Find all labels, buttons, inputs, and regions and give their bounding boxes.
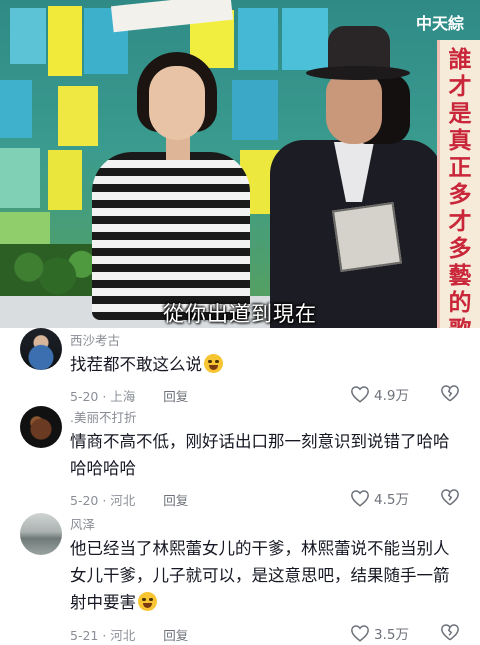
comment-text: 情商不高不低，刚好话出口那一刻意识到说错了哈哈 哈哈哈哈 [70, 428, 466, 482]
broken-heart-icon [441, 489, 459, 506]
like-count: 3.5万 [374, 627, 409, 643]
dislike-button[interactable] [440, 623, 462, 645]
comment-username[interactable]: 西沙考古 [70, 330, 120, 349]
comment-location: 河北 [110, 493, 136, 508]
comment-text-line: 情商不高不低，刚好话出口那一刻意识到说错了哈哈 [70, 432, 450, 451]
broken-heart-icon [441, 385, 459, 402]
studio-plant [0, 244, 96, 302]
meta-separator: · [98, 389, 111, 404]
comment-text-content: 找茬都不敢这么说 [70, 355, 202, 374]
comment-item: .美丽不打折 情商不高不低，刚好话出口那一刻意识到说错了哈哈 哈哈哈哈 5-20… [0, 404, 480, 514]
comment-date: 5-21 [70, 628, 99, 643]
reply-button[interactable]: 回复 [163, 628, 188, 643]
like-button[interactable]: 4.9万 [350, 384, 409, 404]
backdrop-tile [48, 6, 82, 76]
comment-date: 5-20 [70, 389, 99, 404]
backdrop-tile [238, 8, 278, 70]
backdrop-tile [0, 80, 32, 138]
comment-text-line: 哈哈哈哈 [70, 459, 136, 478]
comment-text: 找茬都不敢这么说 [70, 351, 466, 378]
comment-date: 5-20 [70, 493, 99, 508]
comment-username[interactable]: 风泽 [70, 514, 95, 533]
meta-separator: · [98, 628, 111, 643]
comment-username[interactable]: .美丽不打折 [70, 407, 136, 426]
backdrop-tile [10, 8, 46, 64]
comment-location: 河北 [110, 628, 136, 643]
channel-logo: 中天綜 [415, 14, 464, 33]
avatar[interactable] [20, 328, 62, 370]
backdrop-tile [232, 80, 278, 140]
like-button[interactable]: 3.5万 [350, 623, 409, 643]
heart-outline-icon [351, 386, 369, 403]
comment-text-line-wrap: 射中要害 [70, 589, 466, 616]
backdrop-tile [48, 150, 82, 210]
host-man-album [331, 201, 403, 273]
comment-text-line: 他已经当了林熙蕾女儿的干爹，林熙蕾说不能当别人 [70, 539, 450, 558]
comment-text: 他已经当了林熙蕾女儿的干爹，林熙蕾说不能当别人 女儿干爹，儿子就可以，是这意思吧… [70, 535, 466, 616]
video-frame[interactable]: 中天綜 誰才是真正多才多藝的歌手?! 從你出道到現在 [0, 0, 480, 328]
like-count: 4.5万 [374, 492, 409, 508]
reply-button[interactable]: 回复 [163, 493, 188, 508]
comment-item: 西沙考古 找茬都不敢这么说 5-20 · 上海 回复 4.9万 [0, 328, 480, 412]
comment-location: 上海 [110, 389, 136, 404]
dislike-button[interactable] [440, 488, 462, 510]
tears-of-joy-emoji-icon [138, 592, 157, 611]
reply-button[interactable]: 回复 [163, 389, 188, 404]
meta-separator: · [98, 493, 111, 508]
backdrop-tile [0, 148, 40, 208]
host-woman-striped-top [92, 152, 250, 320]
avatar[interactable] [20, 406, 62, 448]
comment-text-line: 女儿干爹，儿子就可以，是这意思吧，结果随手一箭 [70, 566, 450, 585]
backdrop-tile [58, 86, 98, 146]
heart-outline-icon [351, 625, 369, 642]
heart-outline-icon [351, 490, 369, 507]
host-woman-face [149, 66, 205, 140]
backdrop-tile [282, 8, 328, 70]
host-man-face [326, 74, 382, 144]
comment-meta: 5-20 · 河北 回复 [70, 490, 188, 509]
video-subtitle: 從你出道到現在 [163, 302, 317, 326]
comment-meta: 5-20 · 上海 回复 [70, 386, 188, 405]
dislike-button[interactable] [440, 384, 462, 406]
avatar[interactable] [20, 513, 62, 555]
like-button[interactable]: 4.5万 [350, 488, 409, 508]
broken-heart-icon [441, 624, 459, 641]
show-title-text: 誰才是真正多才多藝的歌手?! [448, 46, 472, 328]
comment-item: 风泽 他已经当了林熙蕾女儿的干爹，林熙蕾说不能当别人 女儿干爹，儿子就可以，是这… [0, 511, 480, 643]
comment-meta: 5-21 · 河北 回复 [70, 625, 188, 644]
grinning-sweat-emoji-icon [204, 354, 223, 373]
comment-text-line: 射中要害 [70, 593, 136, 612]
like-count: 4.9万 [374, 388, 409, 404]
fedora-hat-brim [306, 66, 410, 80]
